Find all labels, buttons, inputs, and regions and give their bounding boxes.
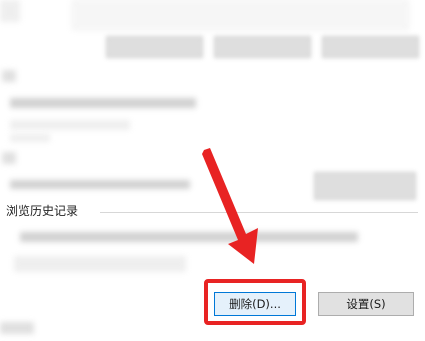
blurred-button-2[interactable] xyxy=(214,36,311,58)
settings-button[interactable]: 设置(S) xyxy=(318,292,414,316)
blurred-text-line xyxy=(10,180,190,189)
section-label-browsing-history: 浏览历史记录 xyxy=(6,204,79,218)
blurred-description-line xyxy=(14,256,186,272)
blurred-top-panel xyxy=(72,0,409,30)
red-arrow-icon xyxy=(202,148,258,264)
highlight-box-annotation xyxy=(204,279,306,325)
blurred-text-line xyxy=(10,120,130,130)
blurred-top-left xyxy=(0,0,20,22)
blurred-bottom-label xyxy=(0,322,34,334)
blurred-text-line xyxy=(10,98,196,108)
blurred-description-line xyxy=(20,232,358,242)
blurred-small-label xyxy=(2,152,16,164)
blurred-text-line xyxy=(10,134,50,142)
blurred-button-3[interactable] xyxy=(322,36,419,58)
blurred-button-4[interactable] xyxy=(314,172,416,200)
blurred-small-label xyxy=(2,70,16,82)
blurred-button-1[interactable] xyxy=(106,36,203,58)
